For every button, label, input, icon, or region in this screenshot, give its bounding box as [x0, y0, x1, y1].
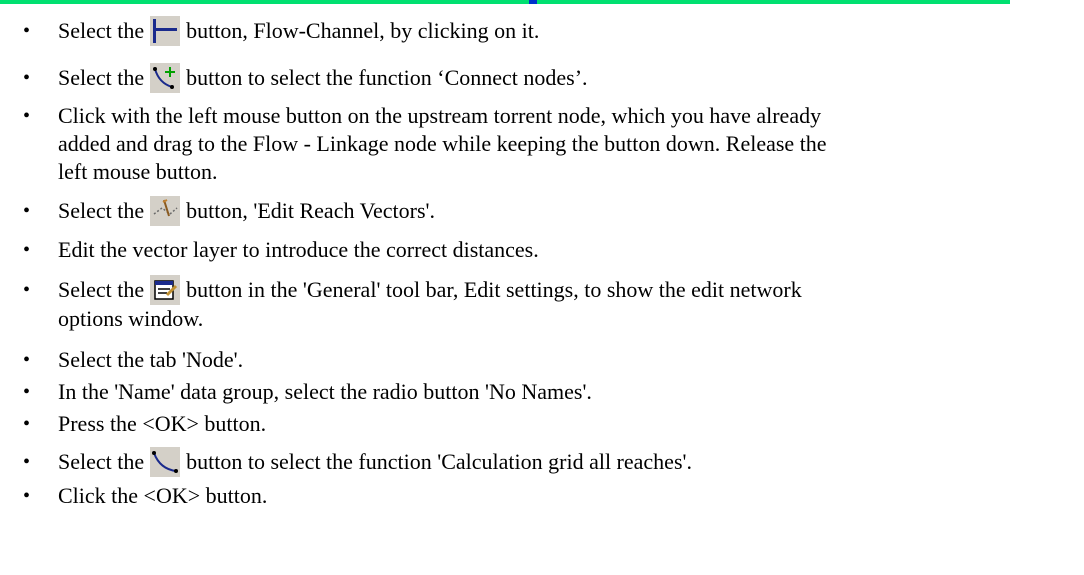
- bullet: •: [23, 413, 31, 435]
- bullet: •: [23, 381, 31, 403]
- bullet: •: [23, 200, 31, 222]
- item-text-line: Click with the left mouse button on the …: [58, 103, 822, 128]
- item-text-line: Click the <OK> button.: [58, 483, 268, 508]
- item-text-pre: Select the: [58, 18, 145, 43]
- item-text-post: button to select the function ‘Connect n…: [186, 65, 588, 90]
- item-text-post: button to select the function 'Calculati…: [186, 449, 692, 474]
- item-text-line: Edit the vector layer to introduce the c…: [58, 237, 539, 262]
- bullet: •: [23, 239, 31, 261]
- item-text-pre: Select the: [58, 449, 145, 474]
- item-text-pre: Select the: [58, 198, 145, 223]
- item-text-line: left mouse button.: [58, 159, 218, 184]
- bullet: •: [23, 20, 31, 42]
- calculation-grid-icon[interactable]: [150, 446, 181, 477]
- bullet: •: [23, 485, 31, 507]
- bullet: •: [23, 349, 31, 371]
- item-text-post: button in the 'General' tool bar, Edit s…: [186, 277, 802, 302]
- edit-settings-icon[interactable]: [150, 274, 181, 305]
- item-text-post: button, Flow-Channel, by clicking on it.: [186, 18, 540, 43]
- flow-channel-icon[interactable]: [150, 15, 181, 46]
- item-text-pre: Select the: [58, 65, 145, 90]
- bullet: •: [23, 279, 31, 301]
- item-text-line: added and drag to the Flow - Linkage nod…: [58, 131, 827, 156]
- item-text-post: button, 'Edit Reach Vectors'.: [186, 198, 436, 223]
- connect-nodes-icon[interactable]: [150, 62, 181, 93]
- bullet: •: [23, 105, 31, 127]
- item-text-line: In the 'Name' data group, select the rad…: [58, 379, 592, 404]
- item-text-line: Press the <OK> button.: [58, 411, 267, 436]
- item-text-pre: Select the: [58, 277, 145, 302]
- edit-reach-vectors-icon[interactable]: [150, 195, 181, 226]
- top-border-marker: [529, 0, 537, 4]
- bullet: •: [23, 67, 31, 89]
- item-text-line: options window.: [58, 305, 204, 331]
- top-border-bar: [0, 0, 1010, 4]
- item-text-line: Select the tab 'Node'.: [58, 347, 244, 372]
- bullet: •: [23, 451, 31, 473]
